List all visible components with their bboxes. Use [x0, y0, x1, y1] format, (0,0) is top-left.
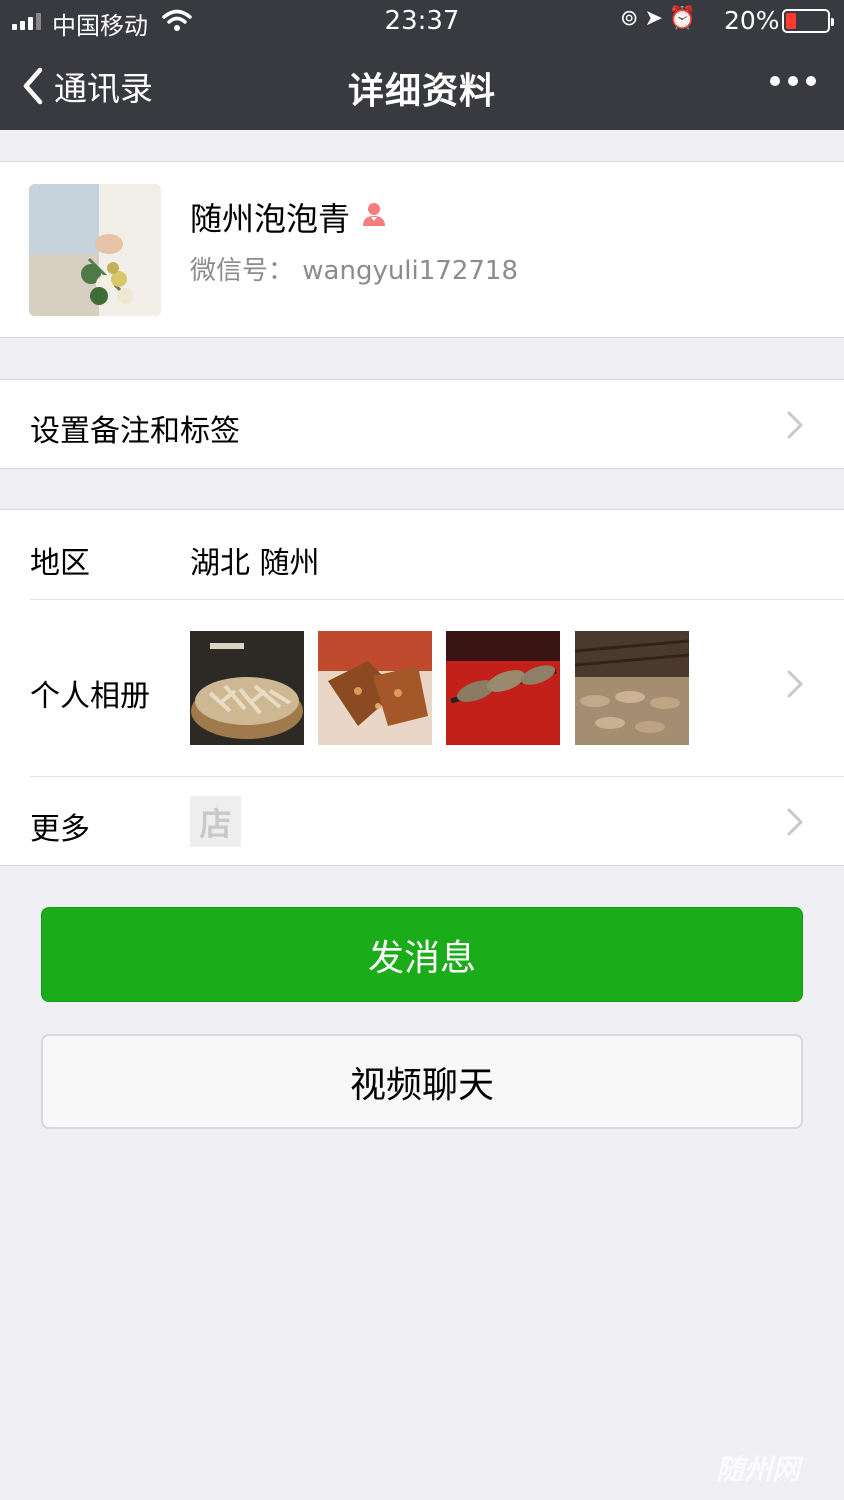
status-time: 23:37: [384, 6, 460, 36]
album-label: 个人相册: [30, 679, 150, 714]
battery-percent: 20%: [724, 6, 780, 35]
chevron-right-icon: [787, 411, 803, 439]
orientation-lock-icon: ⊚: [620, 6, 645, 31]
set-remark-label: 设置备注和标签: [30, 414, 240, 449]
location-arrow-icon: ➤: [644, 6, 669, 31]
album-photo-3[interactable]: [446, 631, 560, 745]
album-photo-2[interactable]: [318, 631, 432, 745]
send-message-button[interactable]: 发消息: [41, 907, 803, 1002]
avatar-image: [29, 184, 161, 316]
shop-icon: 店: [190, 796, 241, 847]
female-icon: [363, 203, 385, 226]
profile-name: 随州泡泡青: [190, 200, 351, 238]
region-label: 地区: [30, 546, 90, 581]
more-label: 更多: [30, 812, 90, 847]
divider: [30, 776, 844, 777]
avatar[interactable]: [29, 184, 161, 316]
chevron-right-icon: [787, 808, 803, 836]
divider: [30, 599, 844, 600]
wechat-id: 微信号： wangyuli172718: [190, 256, 519, 286]
top-bar: 中国移动 23:37 ⊚➤⏰ 20% 通讯录 详细资料: [0, 0, 844, 130]
more-dots-icon[interactable]: [770, 76, 816, 86]
region-value: 湖北 随州: [190, 546, 320, 581]
page-title: 详细资料: [347, 71, 496, 112]
watermark-logo: 随州网: [716, 1453, 801, 1486]
alarm-icon: ⏰: [668, 6, 703, 31]
chevron-right-icon: [787, 670, 803, 698]
album-photo-4[interactable]: [575, 631, 689, 745]
video-chat-button[interactable]: 视频聊天: [41, 1034, 803, 1129]
battery-icon: [782, 9, 834, 33]
album-photo-1[interactable]: [190, 631, 304, 745]
profile-card: 随州泡泡青 微信号： wangyuli172718: [0, 161, 844, 338]
status-bar: 中国移动 23:37 ⊚➤⏰ 20%: [0, 0, 844, 44]
details-group: 地区 湖北 随州 个人相册 更多 店: [0, 509, 844, 866]
set-remark-row[interactable]: 设置备注和标签: [0, 379, 844, 469]
